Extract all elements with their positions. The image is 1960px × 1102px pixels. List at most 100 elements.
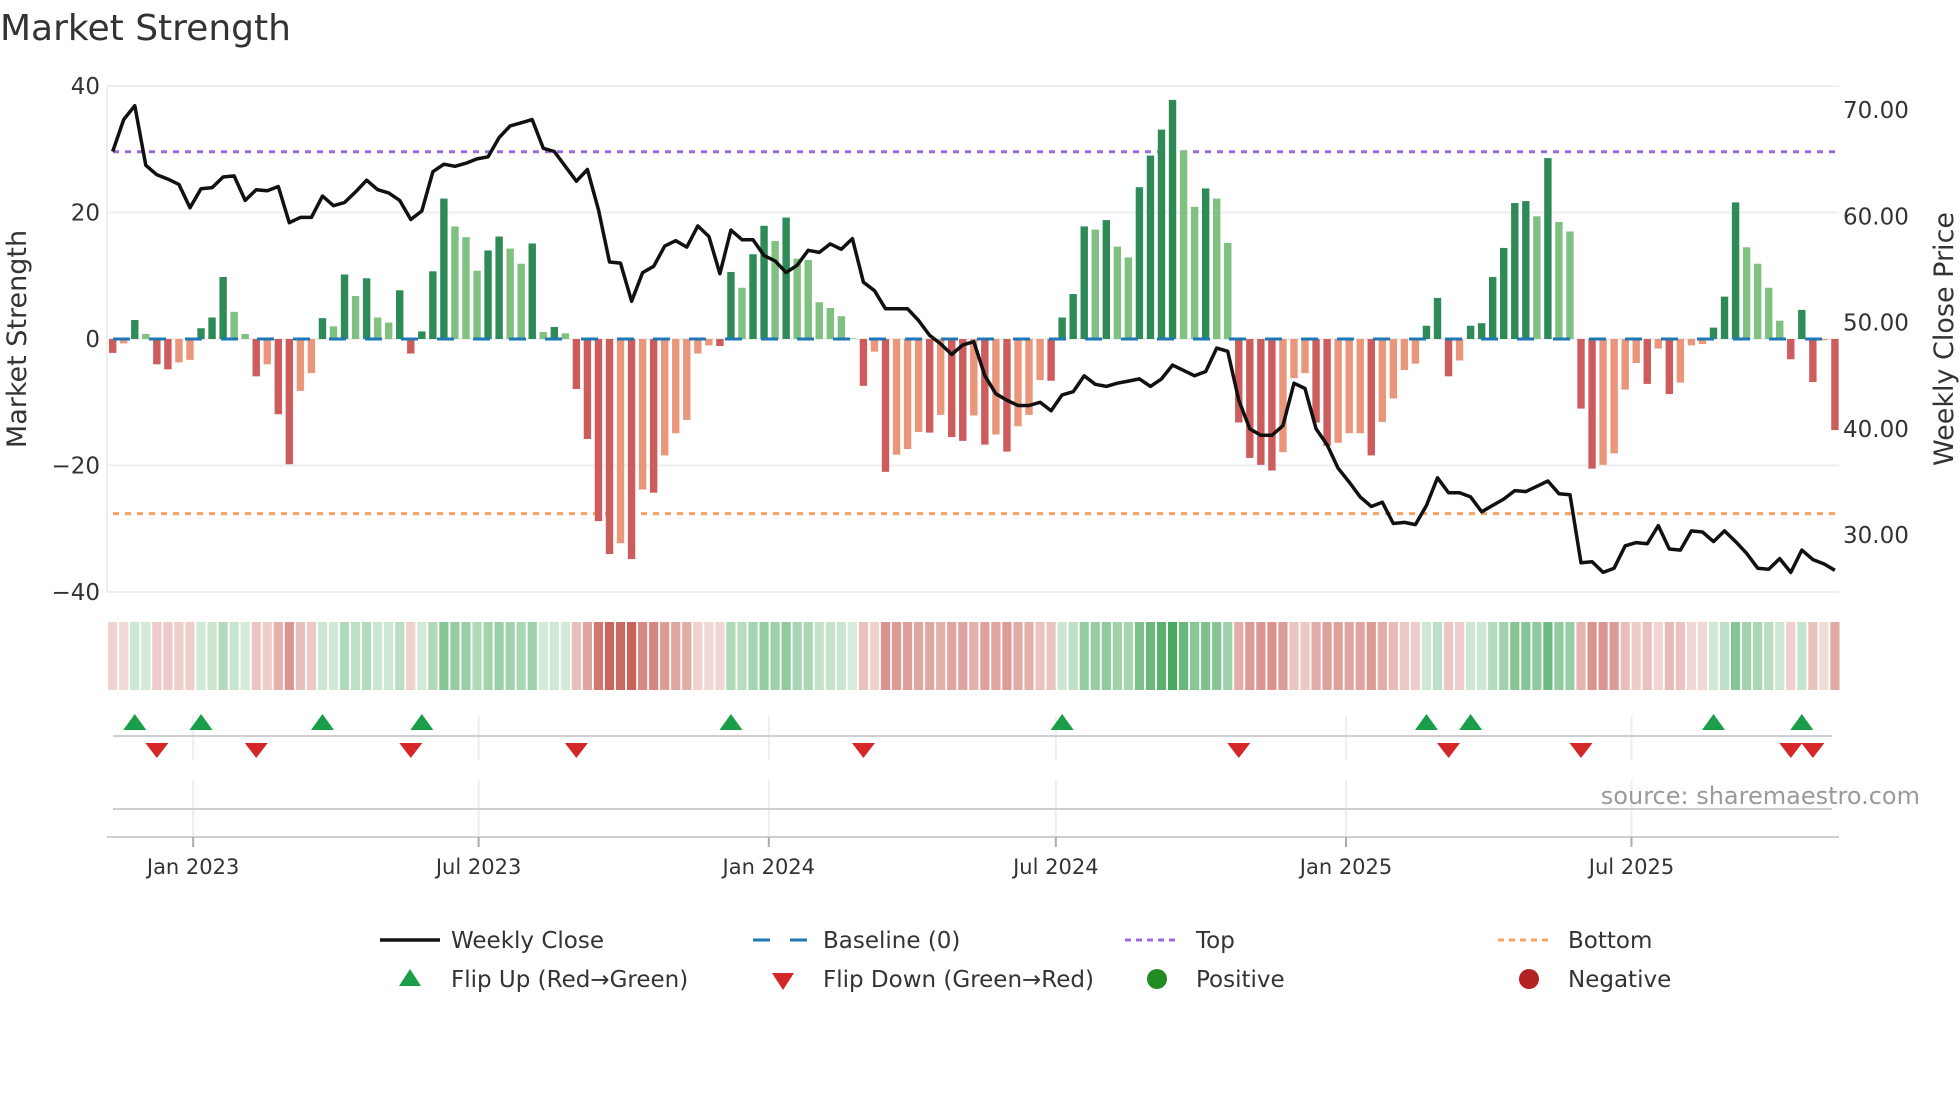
- heatmap-cell: [1212, 622, 1222, 690]
- heatmap-cell: [152, 622, 162, 690]
- heatmap-cell: [1819, 622, 1829, 690]
- strength-bar: [1742, 247, 1751, 339]
- heatmap-cell: [1653, 622, 1663, 690]
- heatmap-cell: [1742, 622, 1752, 690]
- heatmap-cell: [1013, 622, 1023, 690]
- heatmap-cell: [1808, 622, 1818, 690]
- strength-bar: [1665, 339, 1674, 395]
- strength-bar: [1279, 339, 1287, 453]
- strength-bar: [705, 339, 713, 346]
- heatmap-cell: [638, 622, 648, 690]
- heatmap-cell: [593, 622, 604, 690]
- strength-bar: [1489, 277, 1497, 339]
- heatmap-cell: [1708, 622, 1719, 690]
- strength-bar: [495, 236, 503, 339]
- legend-item-weekly-close: Weekly Close: [380, 928, 604, 954]
- legend-item-bottom: Bottom: [1498, 928, 1652, 954]
- strength-bar: [981, 339, 989, 445]
- strength-bar: [1069, 294, 1077, 339]
- strength-bar: [1599, 339, 1607, 465]
- heatmap-cell: [1201, 622, 1211, 690]
- strength-bar: [362, 278, 371, 339]
- heatmap-cell: [914, 622, 924, 690]
- strength-bar: [296, 339, 305, 391]
- legend-item-top: Top: [1125, 928, 1235, 954]
- strength-bar: [1588, 339, 1596, 469]
- heatmap-cell: [1156, 622, 1167, 690]
- strength-bar: [1422, 325, 1431, 339]
- flip-down-marker: [399, 743, 423, 758]
- flip-down-marker: [1227, 743, 1251, 758]
- heatmap-cell: [1664, 622, 1674, 690]
- heatmap-cell: [1068, 622, 1078, 690]
- strength-bar: [1544, 158, 1552, 339]
- legend-label: Bottom: [1568, 928, 1652, 954]
- heatmap-cell: [825, 622, 835, 690]
- heatmap-cell: [163, 622, 173, 690]
- heatmap-cell: [317, 622, 328, 690]
- heatmap-cell: [858, 622, 869, 690]
- heatmap-cell: [604, 622, 615, 690]
- heatmap-cell: [108, 622, 118, 690]
- negative-dot-icon: [1519, 969, 1539, 989]
- heatmap-cell: [781, 622, 791, 690]
- strength-bar: [1312, 339, 1320, 423]
- heatmap-cell: [1697, 622, 1708, 690]
- heatmap-cell: [1178, 622, 1189, 690]
- strength-bar: [318, 318, 327, 339]
- flip-up-marker: [123, 714, 147, 730]
- flip-up-marker: [410, 714, 434, 730]
- legend-label: Flip Down (Green→Red): [823, 967, 1094, 993]
- heatmap-cell: [373, 622, 383, 690]
- strength-bar: [914, 339, 923, 432]
- heatmap-cell: [494, 622, 504, 690]
- reference-lines: [113, 150, 1839, 516]
- heatmap-cell: [1344, 622, 1354, 690]
- heatmap-cell: [1532, 622, 1542, 690]
- strength-bar: [1268, 339, 1276, 471]
- heatmap-cell: [229, 622, 239, 690]
- strength-bar: [263, 339, 271, 365]
- strength-bar: [804, 259, 812, 339]
- strength-bar: [572, 339, 581, 389]
- strength-bar: [252, 339, 260, 377]
- flip-up-marker: [310, 714, 334, 730]
- strength-bar: [473, 270, 481, 339]
- legend-item-baseline: Baseline (0): [753, 928, 960, 954]
- heatmap-cell: [1002, 622, 1012, 690]
- strength-bar: [1654, 339, 1662, 349]
- y-tick-label-left: 0: [85, 327, 100, 353]
- strength-bar: [208, 317, 216, 339]
- heatmap-cell: [1355, 622, 1365, 690]
- heatmap-cell: [119, 622, 129, 690]
- strength-bar: [164, 339, 172, 370]
- heatmap-cell: [748, 622, 758, 690]
- heatmap-cell: [527, 622, 537, 690]
- strength-bar: [1102, 220, 1110, 339]
- heatmap-cell: [1057, 622, 1067, 690]
- positive-dot-icon: [1147, 969, 1167, 989]
- flip-up-marker: [1459, 714, 1483, 730]
- strength-bar: [1080, 226, 1088, 339]
- legend-label: Top: [1195, 928, 1235, 954]
- heatmap-cell: [1631, 622, 1641, 690]
- strength-bar: [771, 240, 779, 339]
- strength-bar: [1168, 99, 1177, 339]
- heatmap-cell: [1443, 622, 1454, 690]
- strength-bar: [1411, 339, 1420, 364]
- heatmap-cell: [1719, 622, 1730, 690]
- strength-bar: [307, 339, 316, 374]
- strength-bar: [1334, 339, 1342, 443]
- heatmap-cell: [1477, 622, 1487, 690]
- heatmap-cell: [549, 622, 559, 690]
- strength-bar: [1356, 339, 1364, 434]
- legend-item-positive: Positive: [1147, 967, 1285, 993]
- heatmap-cell: [560, 622, 570, 690]
- heatmap-cell: [461, 622, 471, 690]
- strength-bar: [793, 258, 801, 339]
- heatmap-cell: [1046, 622, 1056, 690]
- strength-bar: [782, 217, 790, 339]
- strength-bar: [1533, 216, 1541, 339]
- strength-bar: [1190, 206, 1199, 339]
- x-tick-label: Jan 2025: [1298, 855, 1393, 879]
